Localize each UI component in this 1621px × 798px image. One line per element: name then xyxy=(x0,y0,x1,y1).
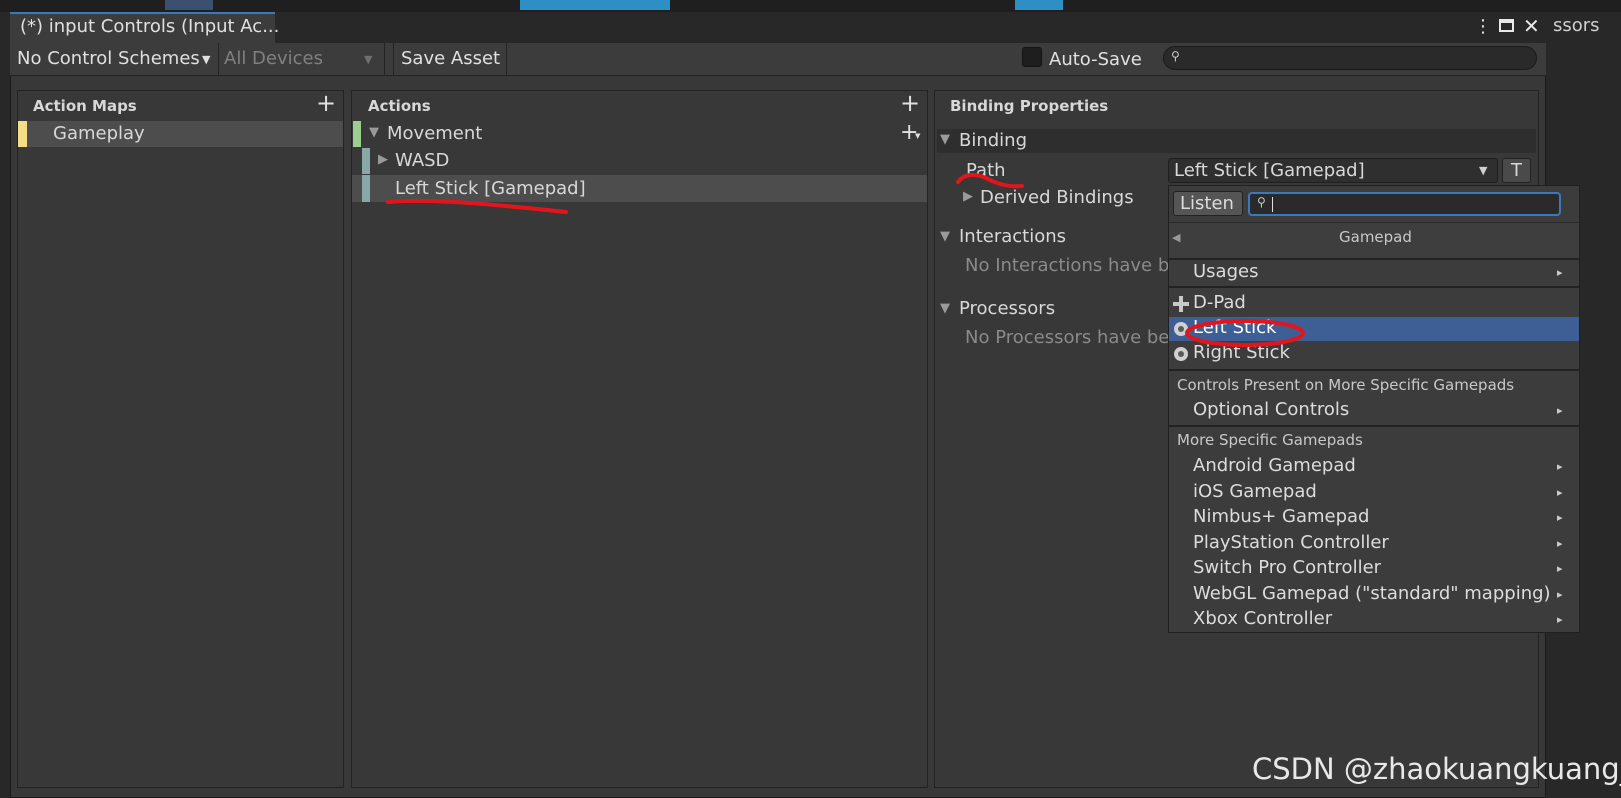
annotation-underline xyxy=(386,198,568,214)
annotation-mark xyxy=(956,173,1024,189)
annotation-ellipse xyxy=(1185,319,1305,347)
watermark: CSDN @zhaokuangkuang_ xyxy=(1252,752,1621,786)
annotation-overlay xyxy=(386,173,1305,347)
